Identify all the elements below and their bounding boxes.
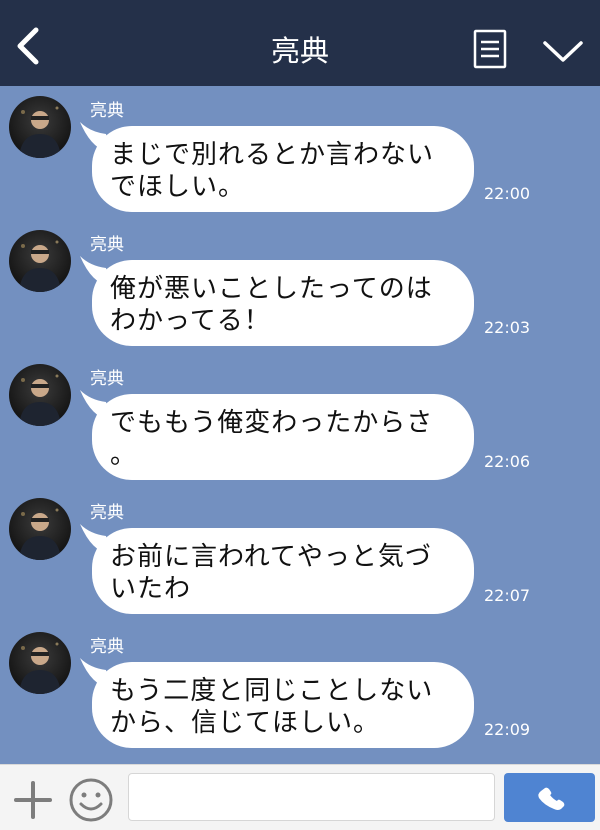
menu-button[interactable]: [470, 28, 510, 70]
avatar[interactable]: [9, 364, 71, 426]
message-bubble[interactable]: もう二度と同じことしない から、信じてほしい。: [92, 662, 474, 748]
avatar[interactable]: [9, 498, 71, 560]
message-line: でももう俺変わったからさ: [110, 408, 434, 438]
add-button[interactable]: [12, 779, 54, 821]
message-row: 亮典 お前に言われてやっと気づ いたわ 22:07: [0, 488, 600, 622]
message-time: 22:06: [484, 452, 531, 471]
sender-name: 亮典: [90, 503, 124, 523]
sender-name: 亮典: [90, 101, 124, 121]
message-line: 。: [110, 440, 138, 470]
message-time: 22:03: [484, 318, 531, 337]
sender-name: 亮典: [90, 235, 124, 255]
message-list[interactable]: 亮典 まじで別れるとか言わない でほしい。 22:00 亮典 俺が悪いことしたっ…: [0, 86, 600, 764]
phone-icon: [538, 787, 565, 810]
message-input[interactable]: [128, 773, 495, 821]
avatar[interactable]: [9, 96, 71, 158]
message-line: もう二度と同じことしない: [110, 676, 434, 706]
emoji-icon: [69, 778, 113, 822]
menu-icon: [473, 29, 507, 69]
chevron-down-icon: [543, 41, 583, 62]
message-row: 亮典 でももう俺変わったからさ 。 22:06: [0, 354, 600, 488]
avatar[interactable]: [9, 230, 71, 292]
message-line: でほしい。: [110, 172, 246, 202]
sender-name: 亮典: [90, 637, 124, 657]
message-bubble[interactable]: まじで別れるとか言わない でほしい。: [92, 126, 474, 212]
message-row: 亮典 もう二度と同じことしない から、信じてほしい。 22:09: [0, 622, 600, 756]
header-bar: 亮典: [0, 0, 600, 86]
plus-icon: [14, 781, 52, 819]
sender-name: 亮典: [90, 369, 124, 389]
message-row: 亮典 まじで別れるとか言わない でほしい。 22:00: [0, 86, 600, 220]
message-line: わかってる！: [110, 306, 271, 336]
message-line: から、信じてほしい。: [110, 708, 381, 738]
back-icon: [17, 27, 39, 65]
message-line: お前に言われてやっと気づ: [110, 542, 432, 572]
message-line: 俺が悪いことしたってのは: [110, 274, 433, 304]
back-button[interactable]: [8, 20, 52, 72]
expand-button[interactable]: [540, 36, 586, 66]
message-bubble[interactable]: 俺が悪いことしたってのは わかってる！: [92, 260, 474, 346]
avatar[interactable]: [9, 632, 71, 694]
message-time: 22:09: [484, 720, 531, 739]
message-time: 22:00: [484, 184, 531, 203]
input-bar: [0, 764, 600, 830]
emoji-button[interactable]: [68, 777, 114, 823]
message-line: まじで別れるとか言わない: [110, 140, 435, 170]
message-line: いたわ: [110, 574, 192, 604]
call-button[interactable]: [504, 773, 595, 822]
chat-title: 亮典: [270, 34, 329, 68]
message-bubble[interactable]: でももう俺変わったからさ 。: [92, 394, 474, 480]
message-bubble[interactable]: お前に言われてやっと気づ いたわ: [92, 528, 474, 614]
message-time: 22:07: [484, 586, 531, 605]
message-row: 亮典 俺が悪いことしたってのは わかってる！ 22:03: [0, 220, 600, 354]
